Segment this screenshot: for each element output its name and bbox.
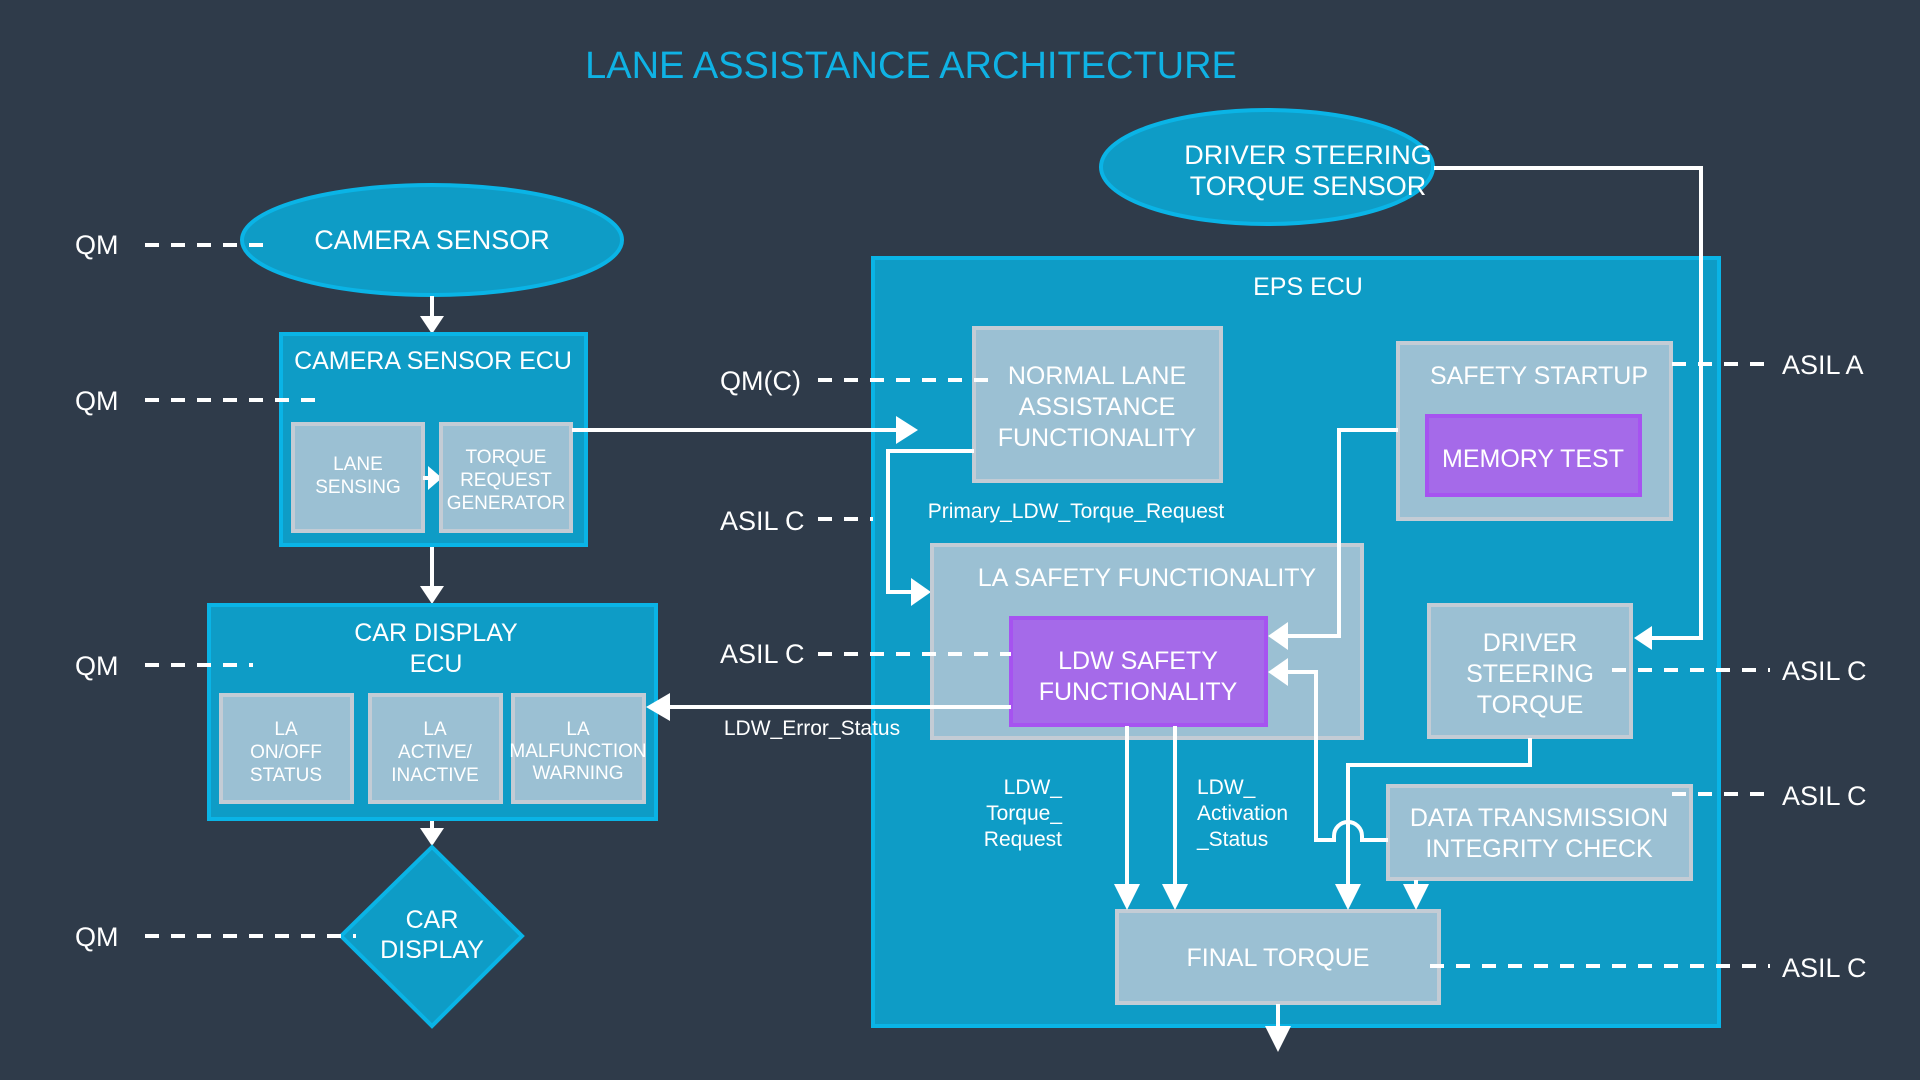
- memory-test-label: MEMORY TEST: [1442, 445, 1624, 473]
- la-safety-title: LA SAFETY FUNCTIONALITY: [978, 564, 1317, 592]
- camera-sensor-node[interactable]: CAMERA SENSOR: [240, 183, 624, 297]
- normal-la-label-3: FUNCTIONALITY: [998, 424, 1197, 452]
- ldw-safety-functionality-component[interactable]: LDW SAFETY FUNCTIONALITY: [1009, 616, 1268, 727]
- integrity-label-la-safety: ASIL C: [720, 506, 805, 536]
- torque-request-label-1: TORQUE: [466, 447, 547, 468]
- la-malfunction-label-1: LA: [566, 719, 590, 740]
- integrity-label-camera-sensor: QM: [75, 230, 119, 260]
- diagram-title: LANE ASSISTANCE ARCHITECTURE: [585, 45, 1237, 87]
- safety-startup-title: SAFETY STARTUP: [1430, 362, 1648, 390]
- dst-label-2: STEERING: [1466, 660, 1594, 688]
- la-on-off-label-1: LA: [274, 719, 298, 740]
- la-on-off-status-component[interactable]: LA ON/OFF STATUS: [219, 693, 354, 804]
- signal-primary-ldw-torque-request: Primary_LDW_Torque_Request: [928, 500, 1225, 523]
- normal-la-label-1: NORMAL LANE: [1008, 362, 1186, 390]
- arrow-head-icon: [420, 828, 444, 846]
- driver-steering-torque-sensor-node[interactable]: DRIVER STEERING TORQUE SENSOR: [1099, 108, 1435, 226]
- car-display-label-1: CAR: [406, 906, 459, 934]
- la-active-inactive-component[interactable]: LA ACTIVE/ INACTIVE: [368, 693, 503, 804]
- signal-ldw-torque-request-1: LDW_: [1004, 776, 1063, 799]
- la-malfunction-label-2: MALFUNCTION: [509, 741, 646, 762]
- signal-ldw-activation-status-1: LDW_: [1197, 776, 1256, 799]
- signal-ldw-error-status: LDW_Error_Status: [724, 717, 900, 740]
- signal-ldw-torque-request-2: Torque_: [986, 802, 1062, 825]
- signal-ldw-activation-status-3: _Status: [1196, 828, 1268, 851]
- la-malfunction-label-3: WARNING: [532, 763, 623, 784]
- lane-sensing-label-1: LANE: [333, 454, 383, 475]
- integrity-label-camera-ecu: QM: [75, 386, 119, 416]
- dsts-label-2: TORQUE SENSOR: [1190, 171, 1427, 201]
- car-display-ecu-title-2: ECU: [410, 650, 463, 678]
- driver-steering-torque-component[interactable]: DRIVER STEERING TORQUE: [1427, 603, 1633, 739]
- integrity-label-car-display: QM: [75, 922, 119, 952]
- integrity-label-normal-la: QM(C): [720, 366, 801, 396]
- integrity-label-final-torque: ASIL C: [1782, 953, 1867, 983]
- signal-ldw-torque-request-3: Request: [984, 828, 1062, 851]
- ldw-safety-label-1: LDW SAFETY: [1058, 647, 1218, 675]
- dtic-label-1: DATA TRANSMISSION: [1410, 804, 1668, 832]
- integrity-label-dtic: ASIL C: [1782, 781, 1867, 811]
- dst-label-3: TORQUE: [1477, 691, 1584, 719]
- car-display-node[interactable]: CAR DISPLAY: [338, 844, 525, 1029]
- dtic-label-2: INTEGRITY CHECK: [1425, 835, 1653, 863]
- final-torque-component[interactable]: FINAL TORQUE: [1115, 909, 1441, 1005]
- arrow-head-icon: [420, 316, 444, 334]
- la-on-off-label-3: STATUS: [250, 765, 322, 786]
- car-display-ecu-title-1: CAR DISPLAY: [354, 619, 518, 647]
- camera-sensor-ecu-title: CAMERA SENSOR ECU: [294, 347, 572, 375]
- arrow-head-icon: [420, 586, 444, 604]
- integrity-label-driver-torque: ASIL C: [1782, 656, 1867, 686]
- la-on-off-label-2: ON/OFF: [250, 742, 322, 763]
- torque-request-generator-component[interactable]: TORQUE REQUEST GENERATOR: [439, 422, 573, 533]
- dsts-label-1: DRIVER STEERING: [1184, 140, 1432, 170]
- normal-la-label-2: ASSISTANCE: [1019, 393, 1176, 421]
- integrity-label-ldw-safety: ASIL C: [720, 639, 805, 669]
- torque-request-label-3: GENERATOR: [447, 493, 566, 514]
- ldw-safety-label-2: FUNCTIONALITY: [1039, 678, 1238, 706]
- lane-sensing-label-2: SENSING: [315, 477, 401, 498]
- integrity-label-safety-startup: ASIL A: [1782, 350, 1864, 380]
- dst-label-1: DRIVER: [1483, 629, 1577, 657]
- car-display-label-2: DISPLAY: [380, 936, 484, 964]
- camera-sensor-label: CAMERA SENSOR: [314, 225, 550, 255]
- normal-lane-assistance-component[interactable]: NORMAL LANE ASSISTANCE FUNCTIONALITY: [972, 326, 1223, 483]
- data-transmission-integrity-check-component[interactable]: DATA TRANSMISSION INTEGRITY CHECK: [1386, 784, 1693, 881]
- torque-request-label-2: REQUEST: [460, 470, 552, 491]
- la-active-label-3: INACTIVE: [391, 765, 479, 786]
- integrity-label-display-ecu: QM: [75, 651, 119, 681]
- eps-ecu-title: EPS ECU: [1253, 273, 1363, 301]
- la-active-label-1: LA: [423, 719, 447, 740]
- memory-test-component[interactable]: MEMORY TEST: [1425, 414, 1642, 497]
- signal-ldw-activation-status-2: Activation: [1197, 802, 1288, 825]
- lane-sensing-component[interactable]: LANE SENSING: [291, 422, 425, 533]
- la-malfunction-warning-component[interactable]: LA MALFUNCTION WARNING: [509, 693, 647, 804]
- la-active-label-2: ACTIVE/: [398, 742, 473, 763]
- final-torque-label: FINAL TORQUE: [1187, 944, 1370, 972]
- arrow-head-icon: [1265, 1026, 1291, 1052]
